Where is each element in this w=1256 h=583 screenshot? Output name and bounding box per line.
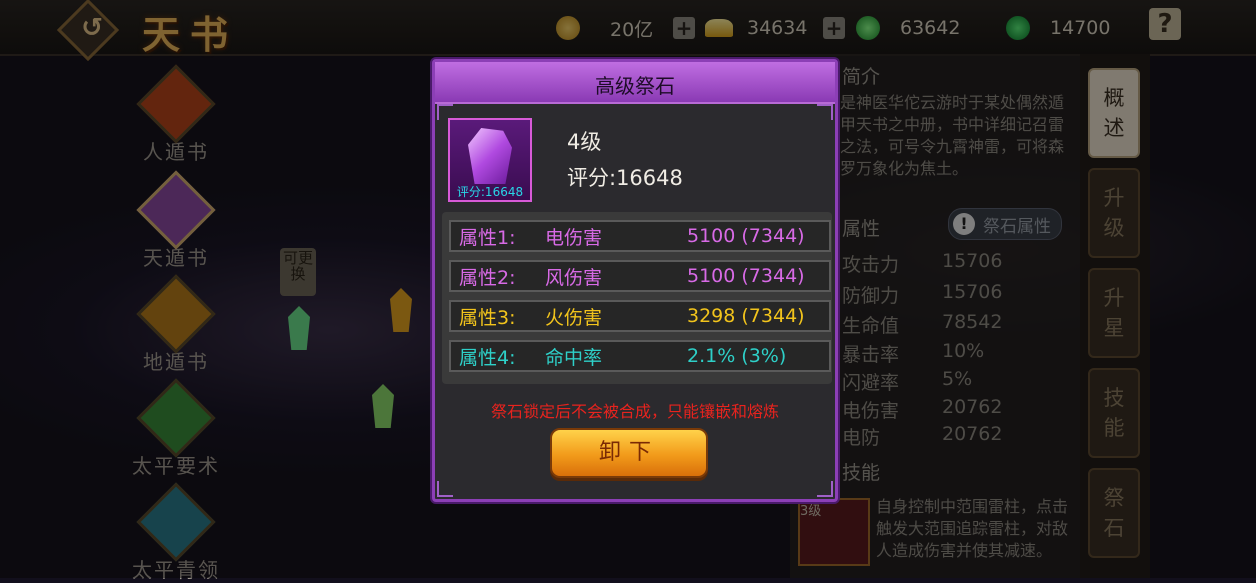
purple-gem-icon xyxy=(468,128,512,184)
stone-level: 4级 xyxy=(567,130,602,154)
unequip-button[interactable]: 卸下 xyxy=(550,428,708,478)
lock-warning-text: 祭石锁定后不会被合成，只能镶嵌和熔炼 xyxy=(490,402,779,421)
stone-score: 评分:16648 xyxy=(567,166,683,190)
attributes-box: 属性1: 电伤害 5100 (7344) 属性2: 风伤害 5100 (7344) 属性… xyxy=(442,212,832,384)
attribute-row: 属性1: 电伤害 5100 (7344) xyxy=(449,220,831,252)
corner-ornament xyxy=(437,481,453,497)
attribute-row: 属性3: 火伤害 3298 (7344) xyxy=(449,300,831,332)
corner-ornament xyxy=(817,104,833,120)
attribute-row: 属性4: 命中率 2.1% (3%) xyxy=(449,340,831,372)
stone-detail-dialog: 高级祭石 评分:16648 4级 评分:16648 属性1: 电伤害 5100 (7… xyxy=(432,59,838,502)
corner-ornament xyxy=(437,104,453,120)
corner-ornament xyxy=(817,481,833,497)
dialog-title: 高级祭石 xyxy=(595,74,675,98)
item-score-tag: 评分:16648 xyxy=(456,185,524,199)
attribute-row: 属性2: 风伤害 5100 (7344) xyxy=(449,260,831,292)
stone-item-slot: 评分:16648 xyxy=(448,118,532,202)
